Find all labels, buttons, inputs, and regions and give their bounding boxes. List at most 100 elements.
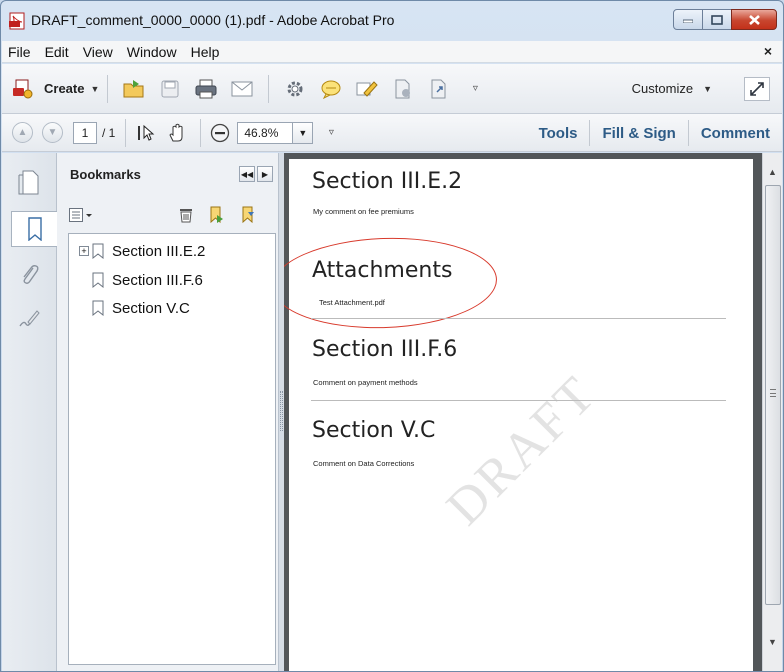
page-total: / 1 [102,125,116,140]
menu-view[interactable]: View [76,44,120,60]
highlight-pen-icon[interactable] [356,78,379,100]
panel-options-button[interactable]: ▶ [257,166,273,182]
bookmark-icon [92,300,104,316]
menu-edit[interactable]: Edit [38,44,76,60]
bookmark-options-button[interactable] [69,207,97,223]
maximize-button[interactable] [702,9,732,30]
section-comment: My comment on fee premiums [313,207,414,216]
expand-bookmark-icon [242,206,254,224]
scroll-up-arrow-icon[interactable]: ▲ [768,167,777,177]
zoom-out-icon[interactable] [209,122,231,144]
draft-watermark: DRAFT [436,364,608,537]
document-view[interactable]: DRAFT Section III.E.2 My comment on fee … [284,153,762,671]
bookmark-label: Section III.E.2 [112,242,206,260]
signatures-panel-button[interactable] [11,301,47,337]
create-button[interactable]: Create ▼ [12,78,99,100]
minimize-button[interactable] [673,9,703,30]
new-bookmark-icon [210,206,223,224]
previous-page-button[interactable]: ▲ [12,122,33,143]
create-label: Create [44,81,85,96]
expand-icon [750,82,764,96]
options-menu-icon [69,208,92,222]
scroll-down-arrow-icon[interactable]: ▼ [768,637,777,647]
bookmark-item[interactable]: Section III.F.6 [91,267,203,293]
customize-dropdown[interactable]: Customize ▼ [632,81,712,96]
acrobat-pdf-icon [9,12,25,30]
toolbar-divider [268,74,270,103]
export-icon[interactable] [428,78,450,100]
section-divider [311,318,726,319]
print-icon[interactable] [195,78,217,100]
section-heading: Section III.F.6 [312,337,458,362]
bookmark-label: Section V.C [112,299,190,317]
save-icon[interactable] [159,78,181,100]
vertical-scrollbar[interactable]: ▲ ▼ [762,153,782,671]
comment-pane-button[interactable]: Comment [689,125,782,142]
zoom-dropdown[interactable]: ▼ [293,121,314,144]
expand-toggle-icon[interactable]: + [79,246,89,256]
signature-pen-icon [19,310,40,327]
open-folder-icon[interactable] [123,78,145,100]
hand-tool-icon[interactable] [166,122,188,144]
bookmarks-panel: Bookmarks ◀◀ ▶ + Section III.E.2 Section… [57,153,279,671]
section-comment: Comment on payment methods [313,378,418,387]
bookmark-item[interactable]: + Section III.E.2 [79,238,205,264]
bookmark-item[interactable]: Section V.C [91,295,190,321]
redact-icon[interactable] [392,78,414,100]
right-arrow-icon: ▶ [261,169,269,179]
attachments-panel-button[interactable] [11,257,47,293]
bookmark-label: Section III.F.6 [112,271,203,289]
expand-button[interactable] [744,77,770,101]
settings-gear-icon[interactable] [284,78,306,100]
zoom-input[interactable]: 46.8% [237,121,294,144]
more-tools-icon[interactable]: ▿ [464,78,486,100]
close-button[interactable] [731,9,777,30]
collapse-panel-button[interactable]: ◀◀ [239,166,255,182]
menu-bar: File Edit View Window Help × [2,41,782,63]
bookmarks-panel-button[interactable] [11,211,57,247]
main-toolbar: Create ▼ ▿ Customize ▼ [2,64,782,114]
splitter-grip [280,391,283,431]
email-icon[interactable] [231,78,253,100]
chevron-down-icon: ▼ [90,83,100,94]
bookmarks-title: Bookmarks [70,167,141,182]
select-tool-icon[interactable] [136,122,158,144]
acrobat-window: DRAFT_comment_0000_0000 (1).pdf - Adobe … [0,0,784,672]
page-thumbnails-button[interactable] [11,165,47,201]
fill-sign-pane-button[interactable]: Fill & Sign [590,125,687,142]
toolbar-divider [125,118,127,147]
minimize-icon [683,19,693,23]
expand-bookmark-button[interactable] [239,206,257,224]
section-comment: Comment on Data Corrections [313,459,415,468]
menu-window[interactable]: Window [120,44,184,60]
bookmarks-tree: + Section III.E.2 Section III.F.6 Sectio… [68,233,276,665]
section-heading: Section V.C [312,418,436,443]
menu-file[interactable]: File [2,44,38,60]
pdf-page: DRAFT Section III.E.2 My comment on fee … [284,159,753,671]
section-divider [311,400,726,401]
maximize-icon [711,14,723,25]
menu-help[interactable]: Help [184,44,227,60]
arrow-down-icon: ▼ [47,127,58,138]
tools-pane-button[interactable]: Tools [527,125,590,142]
window-title: DRAFT_comment_0000_0000 (1).pdf - Adobe … [31,12,395,28]
page-thumbnails-icon [18,170,39,195]
customize-label: Customize [631,81,694,96]
next-page-button[interactable]: ▼ [42,122,63,143]
navigation-pane-strip [2,153,57,671]
paperclip-icon [23,265,39,284]
new-bookmark-button[interactable] [207,206,225,224]
close-document-button[interactable]: × [764,43,772,59]
toolbar-divider [200,118,202,147]
toolbar-divider [107,74,109,103]
grip-icon [770,389,776,397]
page-number-input[interactable]: 1 [73,121,97,144]
scrollbar-thumb[interactable] [765,185,781,605]
close-icon [748,14,760,25]
comment-bubble-icon[interactable] [320,78,342,100]
title-bar: DRAFT_comment_0000_0000 (1).pdf - Adobe … [1,1,783,41]
delete-bookmark-button[interactable] [177,206,195,224]
more-tools-icon[interactable]: ▿ [320,122,342,144]
bookmark-icon [92,272,104,288]
chevron-down-icon: ▼ [703,83,712,94]
